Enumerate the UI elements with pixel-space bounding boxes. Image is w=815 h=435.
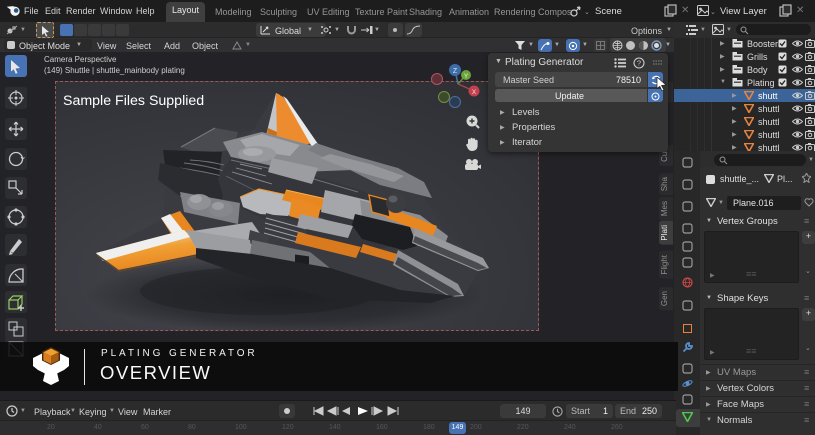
svg-text:Z: Z <box>453 68 458 75</box>
svg-text:X: X <box>472 89 477 96</box>
svg-text:?: ? <box>637 59 641 68</box>
svg-text:Y: Y <box>464 73 469 80</box>
